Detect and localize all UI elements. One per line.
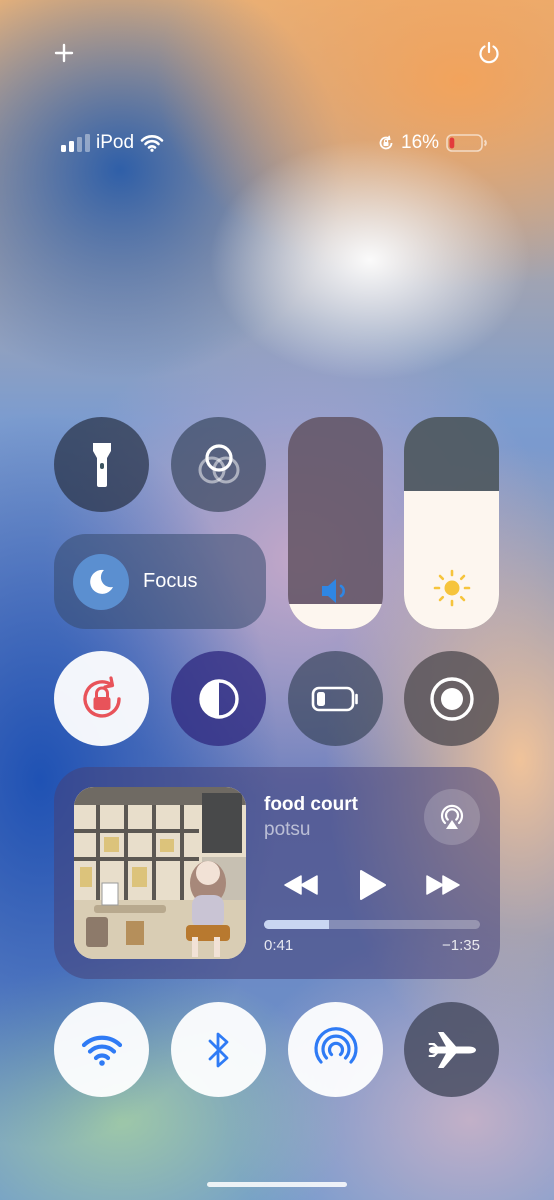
low-power-mode-button[interactable] [288,651,383,746]
battery-icon [311,686,358,711]
wifi-status-icon [140,135,164,152]
album-artwork[interactable] [74,787,246,959]
fast-forward-button[interactable] [423,865,463,905]
power-button[interactable] [474,38,504,68]
fast-forward-icon [426,875,460,895]
plus-icon [54,43,74,63]
volume-slider-fill [288,603,383,629]
battery-percent: 16% [401,132,440,153]
volume-slider[interactable] [288,417,383,629]
brightness-slider[interactable] [404,417,499,629]
battery-status-icon [446,134,487,152]
flashlight-icon [92,442,111,487]
home-indicator[interactable] [207,1182,347,1187]
status-bar-left: iPod [61,130,164,156]
focus-label: Focus [143,570,198,592]
moon-icon-wrap [73,553,129,610]
screen-mirroring-button[interactable] [171,417,266,512]
playback-scrubber[interactable] [264,920,480,929]
flashlight-button[interactable] [54,417,149,512]
play-icon [360,870,386,900]
power-icon [479,41,499,64]
orientation-lock-status-icon [379,135,393,150]
album-artwork-illustration [74,787,246,959]
now-playing-panel[interactable]: food court potsu 0:41 −1:35 [54,767,500,979]
focus-button[interactable]: Focus [54,534,266,629]
airplay-audio-icon [440,804,464,829]
rewind-icon [284,875,318,895]
brightness-slider-fill [404,491,499,629]
dark-mode-button[interactable] [171,651,266,746]
wifi-icon [81,1035,122,1066]
airdrop-button[interactable] [288,1002,383,1097]
orientation-lock-button[interactable] [54,651,149,746]
airplane-mode-button[interactable] [404,1002,499,1097]
screen-mirroring-icon [198,443,239,483]
airplay-button[interactable] [424,789,480,845]
signal-icon [61,134,90,152]
bluetooth-icon [208,1032,228,1067]
playback-progress [264,920,329,929]
rewind-button[interactable] [281,865,321,905]
screen-recording-button[interactable] [404,651,499,746]
song-title: food court [264,794,358,815]
song-artist: potsu [264,819,311,840]
speaker-icon [321,579,345,603]
sun-icon [433,569,470,607]
status-bar-right: 16% [377,130,488,156]
carrier-label: iPod [96,132,135,153]
add-control-button[interactable] [49,38,79,68]
airplane-icon [428,1031,476,1068]
remaining-time: −1:35 [442,937,480,954]
airdrop-icon [313,1026,358,1064]
play-button[interactable] [351,865,395,905]
dark-mode-icon [198,678,239,719]
record-icon [429,676,474,721]
wifi-button[interactable] [54,1002,149,1097]
rotation-lock-icon [82,675,121,718]
bluetooth-button[interactable] [171,1002,266,1097]
moon-icon [90,569,113,594]
elapsed-time: 0:41 [264,937,294,954]
